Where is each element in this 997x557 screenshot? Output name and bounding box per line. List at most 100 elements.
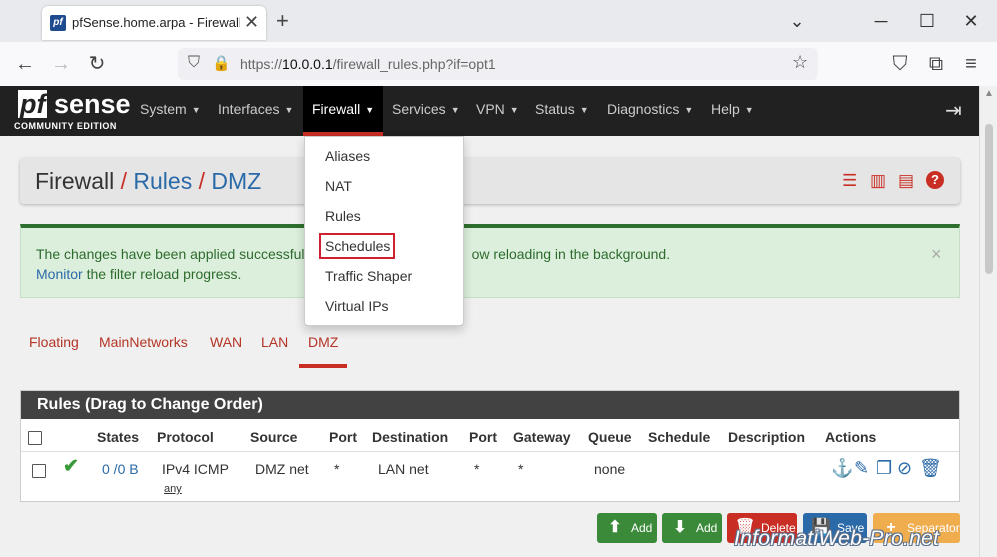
- add-rule-top-button[interactable]: ⬆ Add: [597, 513, 657, 543]
- rule-destination: LAN net: [378, 461, 429, 477]
- tab-wan[interactable]: WAN: [210, 334, 242, 350]
- close-window-icon[interactable]: ✕: [956, 8, 986, 34]
- alert-close-icon[interactable]: ×: [931, 244, 942, 265]
- menu-item-traffic-shaper[interactable]: Traffic Shaper: [325, 268, 412, 284]
- col-destination: Destination: [372, 429, 449, 445]
- pass-check-icon[interactable]: ✔: [63, 455, 79, 478]
- menu-system[interactable]: System ▼: [140, 86, 201, 136]
- disable-ban-icon[interactable]: ⊘: [897, 458, 912, 479]
- browser-toolbar: ← → ↻ ⛉ 🔒 https://10.0.0.1/firewall_rule…: [0, 42, 997, 87]
- tab-dmz[interactable]: DMZ: [308, 334, 338, 350]
- new-tab-plus-icon[interactable]: +: [276, 8, 289, 34]
- lock-warning-icon[interactable]: 🔒: [212, 54, 231, 72]
- rules-panel-title: Rules (Drag to Change Order): [37, 396, 263, 413]
- pfsense-logo[interactable]: pf sense COMMUNITY EDITION: [14, 89, 131, 134]
- delete-trash-icon[interactable]: 🗑: [919, 458, 942, 479]
- caret-down-icon: ▼: [284, 105, 294, 115]
- arrow-down-icon: ⬇: [673, 519, 687, 536]
- pocket-icon[interactable]: ⛉: [887, 51, 913, 77]
- caret-down-icon: ▼: [365, 105, 375, 115]
- rule-queue: none: [594, 461, 626, 477]
- select-all-checkbox[interactable]: [28, 431, 42, 445]
- menu-diagnostics[interactable]: Diagnostics ▼: [607, 86, 693, 136]
- scrollbar-thumb[interactable]: [985, 124, 993, 274]
- tab-close-icon[interactable]: ✕: [244, 12, 259, 32]
- rules-panel: Rules (Drag to Change Order) States Prot…: [20, 390, 960, 502]
- browser-tab-strip: pf pfSense.home.arpa - Firewall: Rules ✕…: [0, 0, 997, 42]
- shield-icon[interactable]: ⛉: [188, 54, 200, 72]
- url-text: https://10.0.0.1/firewall_rules.php?if=o…: [240, 56, 496, 72]
- pfsense-navbar: pf sense COMMUNITY EDITION System ▼ Inter…: [0, 86, 979, 136]
- menu-item-virtual-ips[interactable]: Virtual IPs: [325, 298, 389, 314]
- col-states: States: [97, 429, 140, 445]
- site-watermark: InformatiWeb-Pro.net: [734, 527, 940, 550]
- scroll-up-arrow-icon[interactable]: ▲: [984, 88, 994, 99]
- firewall-dropdown-menu: Aliases NAT Rules Schedules Traffic Shap…: [304, 136, 464, 326]
- monitor-link[interactable]: Monitor: [36, 266, 83, 282]
- tab-floating[interactable]: Floating: [29, 334, 79, 350]
- breadcrumb-firewall: Firewall: [35, 168, 115, 194]
- bookmark-star-icon[interactable]: ☆: [792, 52, 808, 73]
- col-gateway: Gateway: [513, 429, 571, 445]
- logo-edition: COMMUNITY EDITION: [14, 121, 117, 131]
- address-bar[interactable]: ⛉ 🔒 https://10.0.0.1/firewall_rules.php?…: [178, 48, 818, 80]
- caret-down-icon: ▼: [684, 105, 694, 115]
- active-tab-indicator: [299, 364, 347, 368]
- rule-protocol: IPv4 ICMP: [162, 461, 229, 477]
- minimize-window-icon[interactable]: ─: [866, 8, 896, 34]
- logout-icon[interactable]: ⇥: [945, 98, 962, 123]
- caret-down-icon: ▼: [509, 105, 519, 115]
- menu-interfaces[interactable]: Interfaces ▼: [218, 86, 293, 136]
- menu-firewall[interactable]: Firewall ▼: [303, 86, 383, 136]
- tab-list-chevron-down-icon[interactable]: ⌄: [782, 8, 812, 34]
- copy-icon[interactable]: ❐: [876, 458, 892, 479]
- rule-icmp-type[interactable]: any: [164, 483, 182, 495]
- caret-down-icon: ▼: [744, 105, 754, 115]
- maximize-window-icon[interactable]: ☐: [912, 8, 942, 34]
- hamburger-menu-icon[interactable]: ≡: [958, 51, 984, 77]
- arrow-up-icon: ⬆: [608, 519, 622, 536]
- caret-down-icon: ▼: [191, 105, 201, 115]
- col-source-port: Port: [329, 429, 357, 445]
- help-question-icon[interactable]: ?: [926, 171, 944, 189]
- back-arrow-icon[interactable]: ←: [12, 51, 38, 77]
- edit-pencil-icon[interactable]: ✎: [854, 458, 869, 479]
- col-schedule: Schedule: [648, 429, 711, 445]
- page-scrollbar[interactable]: ▲: [979, 86, 997, 557]
- reload-icon[interactable]: ↻: [84, 51, 110, 77]
- rules-panel-header: Rules (Drag to Change Order): [21, 391, 959, 419]
- add-rule-bottom-button[interactable]: ⬇ Add: [662, 513, 722, 543]
- sliders-icon[interactable]: ☰: [842, 171, 857, 191]
- caret-down-icon: ▼: [450, 105, 460, 115]
- menu-vpn[interactable]: VPN ▼: [476, 86, 519, 136]
- rule-gateway: *: [518, 461, 524, 477]
- extensions-puzzle-icon[interactable]: ⧉: [923, 51, 949, 77]
- breadcrumb-separator: /: [120, 168, 128, 194]
- col-actions: Actions: [825, 429, 877, 445]
- menu-item-rules[interactable]: Rules: [325, 208, 361, 224]
- breadcrumb-rules-link[interactable]: Rules: [133, 168, 192, 194]
- forward-arrow-icon[interactable]: →: [48, 51, 74, 77]
- rule-source: DMZ net: [255, 461, 309, 477]
- schedules-highlight-box: [319, 233, 395, 259]
- menu-help[interactable]: Help ▼: [711, 86, 754, 136]
- browser-tab[interactable]: pf pfSense.home.arpa - Firewall: Rules ✕: [42, 6, 266, 40]
- anchor-icon[interactable]: ⚓: [831, 458, 853, 479]
- pfsense-favicon-icon: pf: [50, 15, 66, 31]
- tab-lan[interactable]: LAN: [261, 334, 288, 350]
- menu-services[interactable]: Services ▼: [392, 86, 460, 136]
- col-protocol: Protocol: [157, 429, 214, 445]
- menu-item-nat[interactable]: NAT: [325, 178, 352, 194]
- bar-chart-icon[interactable]: ▥: [870, 171, 886, 191]
- menu-status[interactable]: Status ▼: [535, 86, 589, 136]
- col-description: Description: [728, 429, 806, 445]
- page-content: Firewall / Rules / DMZ ☰ ▥ ▤ ? The chang…: [0, 136, 979, 557]
- success-alert: The changes have been applied successful…: [20, 224, 960, 298]
- breadcrumb-dmz-link[interactable]: DMZ: [211, 168, 261, 194]
- list-icon[interactable]: ▤: [898, 171, 914, 191]
- logo-pf: pf: [18, 89, 48, 119]
- tab-mainnetworks[interactable]: MainNetworks: [99, 334, 188, 350]
- rule-states[interactable]: 0 /0 B: [102, 461, 139, 477]
- row-select-checkbox[interactable]: [32, 464, 46, 478]
- menu-item-aliases[interactable]: Aliases: [325, 148, 370, 164]
